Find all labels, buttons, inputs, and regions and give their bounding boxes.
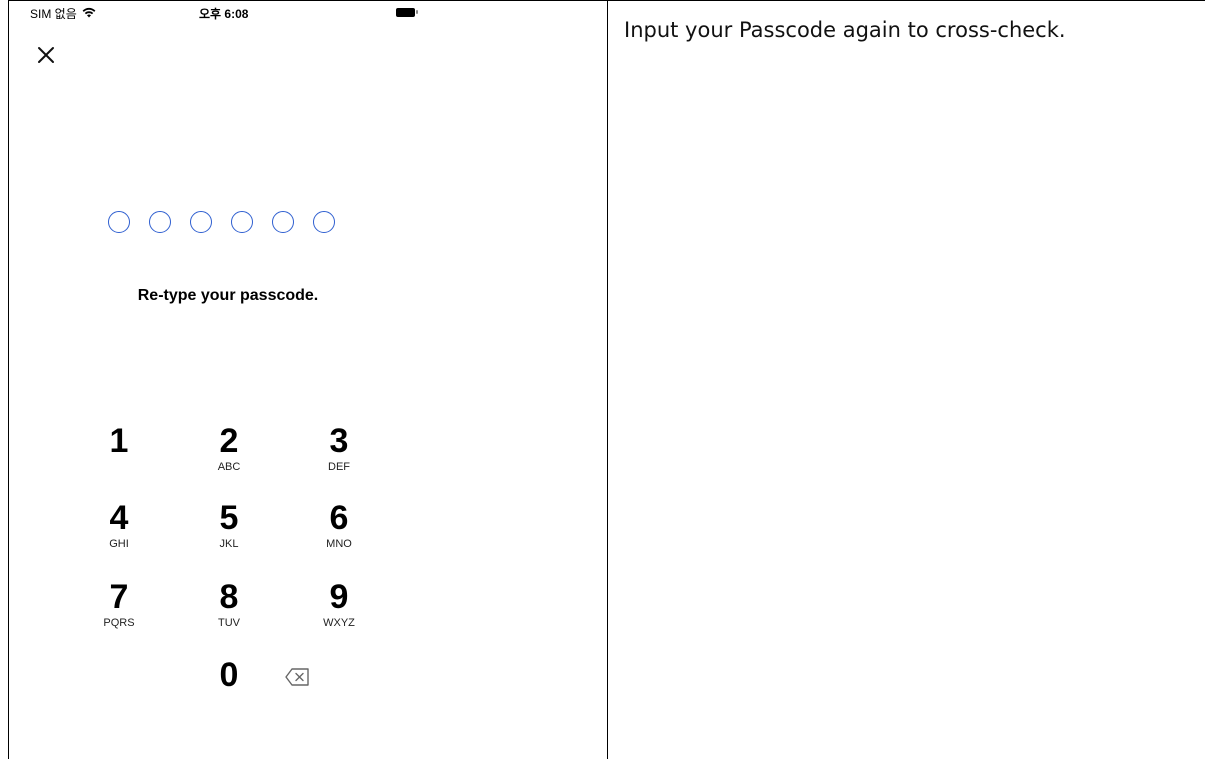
- passcode-dot: [190, 211, 212, 233]
- key-letters: MNO: [326, 538, 352, 550]
- key-letters: GHI: [109, 538, 129, 550]
- passcode-dots: [108, 211, 335, 233]
- table-border-middle: [607, 0, 608, 759]
- key-digit: 4: [109, 499, 129, 537]
- status-bar: SIM 없음 오후 6:08: [9, 1, 607, 31]
- key-letters: WXYZ: [323, 617, 355, 629]
- carrier-status: SIM 없음: [30, 5, 96, 22]
- passcode-dot: [231, 211, 253, 233]
- document-table: SIM 없음 오후 6:08 Re-type your passcode. 1 …: [0, 0, 1205, 759]
- keypad-key-8[interactable]: 8 TUV: [174, 577, 284, 651]
- key-letters: PQRS: [103, 617, 135, 629]
- battery-icon: [396, 7, 418, 17]
- keypad-key-4[interactable]: 4 GHI: [64, 498, 174, 572]
- wifi-icon: [82, 7, 96, 21]
- keypad-key-7[interactable]: 7 PQRS: [64, 577, 174, 651]
- keypad-key-5[interactable]: 5 JKL: [174, 498, 284, 572]
- keypad-key-3[interactable]: 3 DEF: [284, 421, 394, 495]
- passcode-dot: [272, 211, 294, 233]
- key-digit: 3: [329, 422, 349, 460]
- key-digit: 9: [329, 578, 349, 616]
- backspace-icon: [285, 668, 309, 686]
- backspace-button[interactable]: [285, 667, 311, 687]
- key-letters: DEF: [328, 461, 350, 473]
- key-digit: 1: [109, 422, 129, 460]
- key-letters: JKL: [219, 538, 239, 550]
- key-letters: TUV: [218, 617, 240, 629]
- key-digit: 7: [109, 578, 129, 616]
- passcode-dot: [149, 211, 171, 233]
- close-icon: [38, 47, 54, 63]
- keypad-key-1[interactable]: 1: [64, 421, 174, 495]
- key-digit: 2: [219, 422, 239, 460]
- carrier-label: SIM 없음: [30, 7, 77, 21]
- key-digit: 0: [219, 656, 239, 694]
- key-digit: 6: [329, 499, 349, 537]
- status-time: 오후 6:08: [199, 7, 249, 21]
- passcode-dot: [313, 211, 335, 233]
- passcode-dot: [108, 211, 130, 233]
- instruction-text: Input your Passcode again to cross-check…: [624, 18, 1066, 42]
- key-digit: 8: [219, 578, 239, 616]
- key-letters: ABC: [217, 461, 241, 473]
- phone-screenshot: SIM 없음 오후 6:08 Re-type your passcode. 1 …: [9, 1, 607, 759]
- keypad-key-9[interactable]: 9 WXYZ: [284, 577, 394, 651]
- close-button[interactable]: [34, 43, 58, 67]
- key-digit: 5: [219, 499, 239, 537]
- passcode-prompt: Re-type your passcode.: [137, 287, 319, 304]
- keypad-key-2[interactable]: 2 ABC: [174, 421, 284, 495]
- keypad-key-6[interactable]: 6 MNO: [284, 498, 394, 572]
- keypad-key-0[interactable]: 0: [174, 655, 284, 729]
